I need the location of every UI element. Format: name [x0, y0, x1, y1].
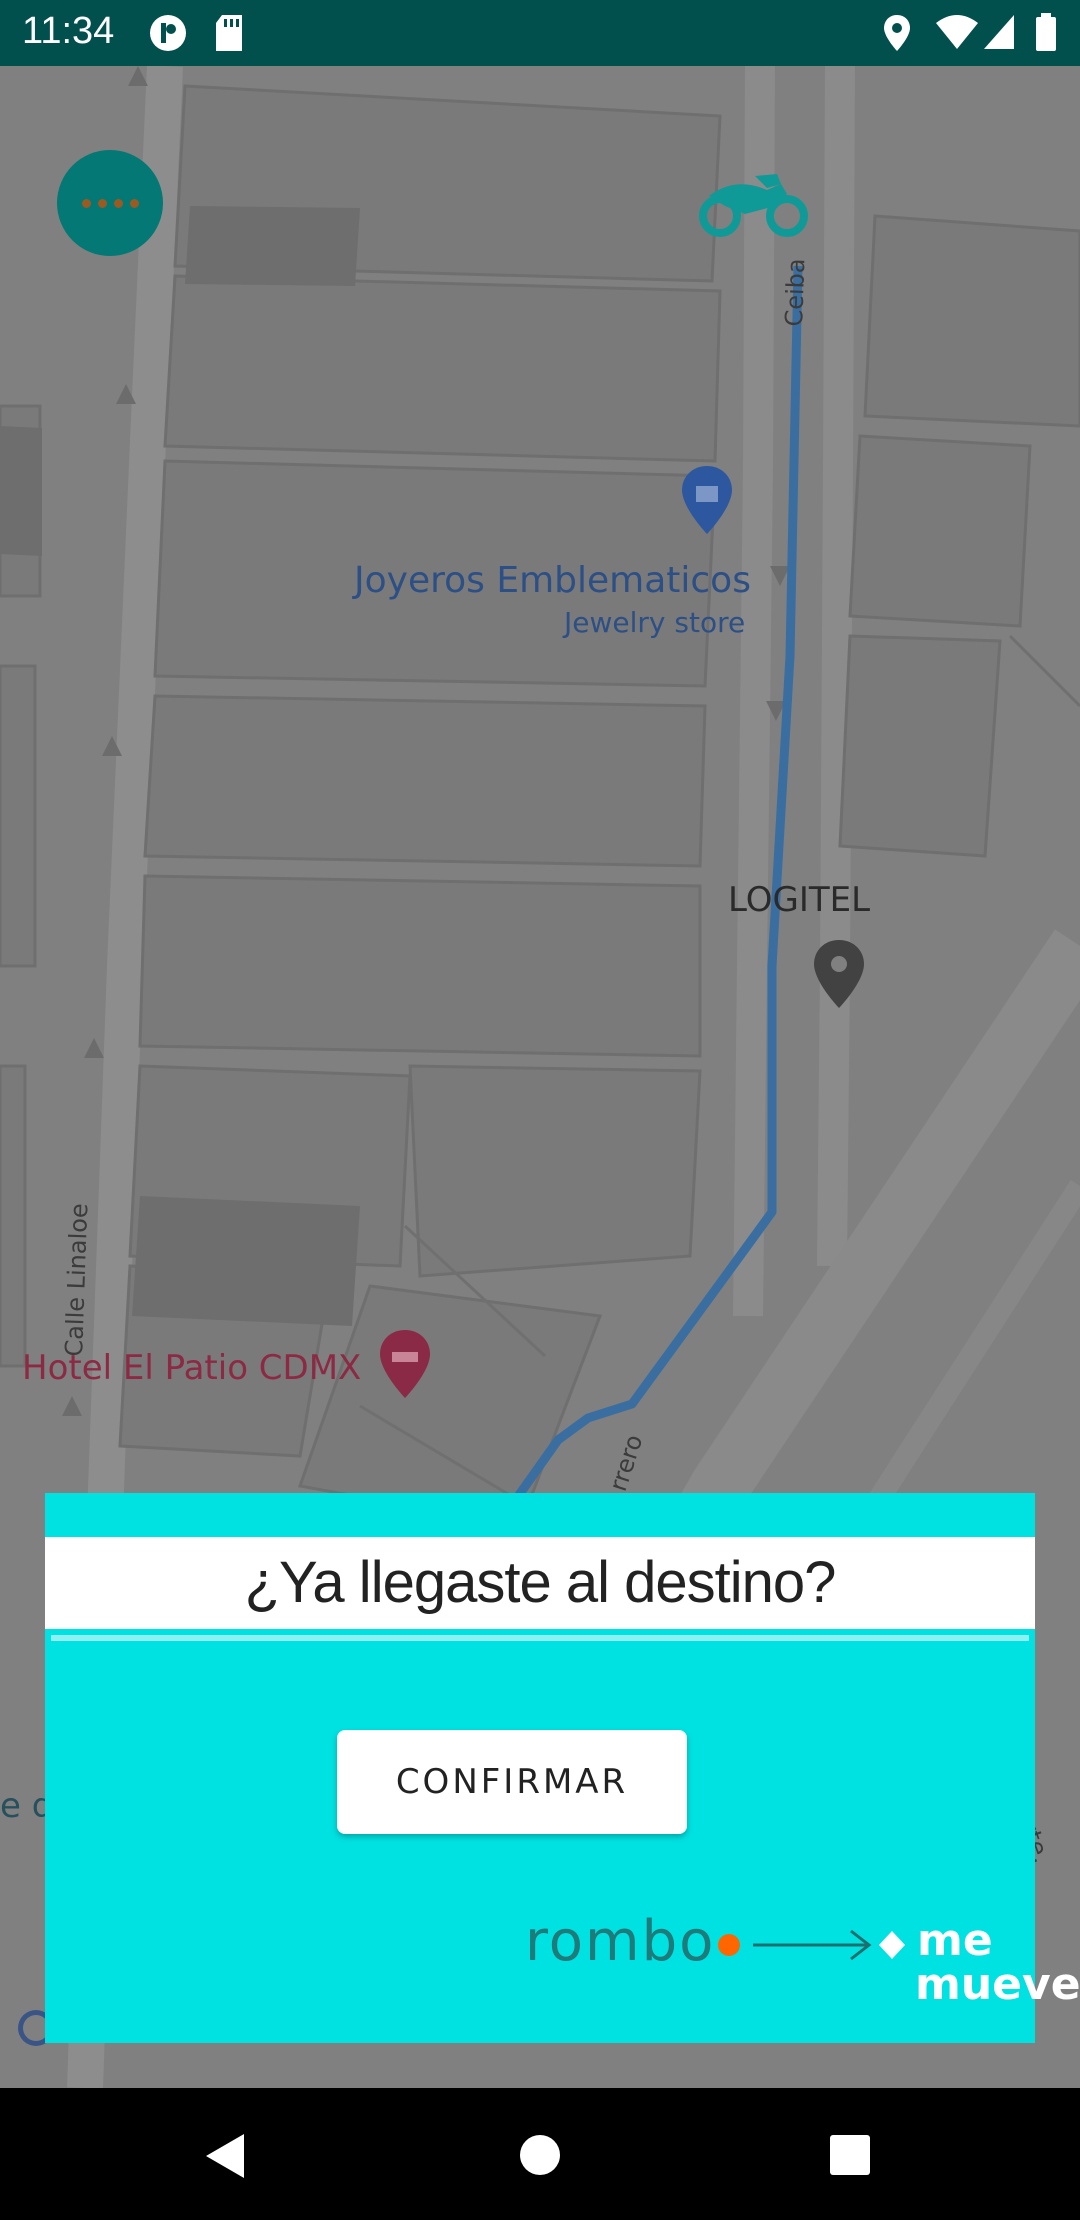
- notification-p-icon: [150, 15, 186, 51]
- rombo-logo: rombo me mueve: [525, 1901, 1080, 2021]
- signal-icon: [984, 15, 1014, 49]
- shopping-pin-icon[interactable]: [680, 464, 734, 536]
- home-icon[interactable]: [519, 2134, 561, 2176]
- recents-icon[interactable]: [829, 2134, 871, 2176]
- street-label-ceiba: Ceiba: [780, 257, 811, 327]
- place-category-joyeros: Jewelry store: [564, 606, 746, 639]
- confirm-button[interactable]: CONFIRMAR: [337, 1730, 687, 1834]
- dialog-title: ¿Ya llegaste al destino?: [244, 1550, 837, 1615]
- place-name-logitel[interactable]: LOGITEL: [728, 880, 870, 920]
- motorcycle-icon: [699, 174, 808, 237]
- menu-button[interactable]: [57, 150, 163, 256]
- hotel-pin-icon[interactable]: [378, 1328, 432, 1400]
- status-time: 11:34: [22, 10, 115, 52]
- arrival-dialog: ¿Ya llegaste al destino? CONFIRMAR rombo…: [45, 1493, 1080, 2043]
- logo-word-mueve: mueve: [915, 1959, 1080, 2010]
- back-icon[interactable]: [204, 2132, 246, 2180]
- street-label-linaloe: Calle Linaloe: [60, 1202, 94, 1357]
- system-nav-bar: [0, 2088, 1080, 2220]
- place-pin-icon[interactable]: [812, 938, 866, 1010]
- dialog-banner: ¿Ya llegaste al destino?: [45, 1537, 1035, 1635]
- more-dots-icon: [81, 198, 91, 208]
- wifi-icon: [936, 15, 978, 49]
- battery-icon: [1036, 13, 1056, 51]
- location-icon: [884, 15, 910, 51]
- sd-card-icon: [216, 15, 242, 51]
- status-bar: 11:34: [0, 0, 1080, 66]
- place-name-joyeros[interactable]: Joyeros Emblematicos: [354, 560, 751, 601]
